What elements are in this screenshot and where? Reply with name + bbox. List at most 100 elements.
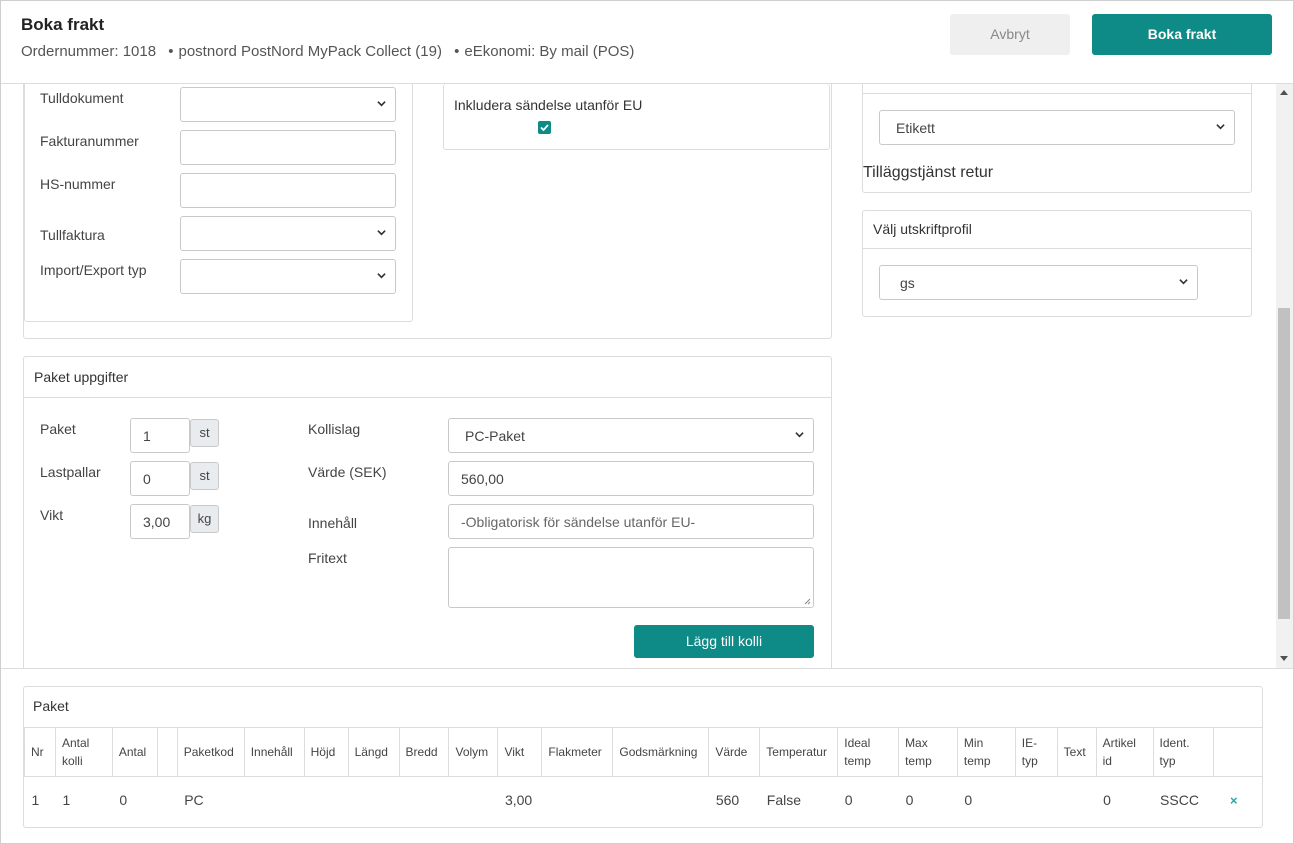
- etikett-select[interactable]: Etikett: [879, 110, 1235, 145]
- paket-input[interactable]: 1: [130, 418, 190, 453]
- col-header: [156, 728, 178, 777]
- table-cell: [541, 775, 613, 824]
- kollislag-label: Kollislag: [308, 421, 361, 437]
- col-header: Flakmeter: [541, 728, 614, 777]
- order-number: Ordernummer: 1018: [21, 43, 157, 60]
- col-header: Vikt: [497, 728, 543, 777]
- fakturanummer-label: Fakturanummer: [40, 133, 139, 149]
- col-header: Ideal temp: [837, 728, 900, 777]
- separator-dot: •: [168, 43, 174, 60]
- form-scroll-area[interactable]: Tulldokument Fakturanummer HS-nummer Tul…: [1, 84, 1293, 668]
- chevron-down-icon: [1216, 124, 1225, 130]
- tullfaktura-select[interactable]: [180, 216, 396, 251]
- hs-number-label: HS-nummer: [40, 176, 116, 192]
- varde-input[interactable]: 560,00: [448, 461, 814, 496]
- import-export-select[interactable]: [180, 259, 396, 294]
- chevron-down-icon: [1179, 279, 1188, 285]
- table-cell: [399, 775, 449, 824]
- col-header: Volym: [448, 728, 499, 777]
- lastpallar-unit: st: [190, 462, 219, 490]
- table-cell: 1: [24, 775, 56, 824]
- col-header: Text: [1056, 728, 1097, 777]
- col-header: Innehåll: [243, 728, 305, 777]
- book-freight-button[interactable]: Boka frakt: [1092, 14, 1272, 55]
- table-cell: 3,00: [497, 775, 542, 824]
- fritext-label: Fritext: [308, 550, 347, 566]
- tulldokument-select[interactable]: [180, 87, 396, 122]
- page-title: Boka frakt: [21, 15, 105, 34]
- table-cell: 1: [55, 775, 113, 824]
- table-cell: 0: [898, 775, 958, 824]
- print-profile-title: Välj utskriftprofil: [863, 211, 1251, 249]
- return-service-label: Tilläggstjänst retur: [863, 164, 994, 181]
- tullfaktura-label: Tullfaktura: [40, 227, 105, 243]
- table-cell: PC: [177, 775, 245, 824]
- scrollbar-thumb[interactable]: [1278, 308, 1290, 619]
- table-cell: [348, 775, 400, 824]
- scroll-up-icon[interactable]: [1280, 90, 1288, 95]
- vikt-label: Vikt: [40, 507, 64, 523]
- package-list-section: Paket Nr Antal kolli Antal Paketkod Inne…: [1, 668, 1293, 843]
- fakturanummer-input[interactable]: [180, 130, 396, 165]
- table-cell: 0: [837, 775, 899, 824]
- hs-number-input[interactable]: [180, 173, 396, 208]
- col-header: Paketkod: [176, 728, 245, 777]
- outside-eu-label: Inkludera sändelse utanför EU: [454, 97, 643, 113]
- varde-label: Värde (SEK): [308, 464, 387, 480]
- table-cell: False: [759, 775, 838, 824]
- table-cell: 0: [112, 775, 158, 824]
- paket-unit: st: [190, 419, 219, 447]
- scrollbar[interactable]: [1276, 84, 1293, 668]
- outside-eu-checkbox[interactable]: [538, 121, 551, 134]
- table-cell: [1057, 775, 1097, 824]
- checkmark-icon: [540, 124, 549, 132]
- col-header: Nr: [24, 728, 56, 777]
- tulldokument-label: Tulldokument: [40, 90, 124, 106]
- table-cell: [612, 775, 709, 824]
- col-header: Höjd: [303, 728, 349, 777]
- col-header: Längd: [347, 728, 400, 777]
- vikt-unit: kg: [190, 505, 219, 533]
- col-header: Max temp: [898, 728, 958, 777]
- import-export-label: Import/Export typ: [40, 262, 147, 278]
- col-header: [1213, 728, 1262, 777]
- table-cell: [304, 775, 349, 824]
- chevron-down-icon: [377, 101, 386, 107]
- table-row: 1 1 0 PC 3,00 560 False 0 0 0 0 SSCC ×: [24, 775, 1262, 824]
- col-header: Antal kolli: [54, 728, 113, 777]
- col-header: Artikel id: [1095, 728, 1154, 777]
- col-header: Min temp: [956, 728, 1016, 777]
- col-header: Bredd: [398, 728, 450, 777]
- lastpallar-input[interactable]: 0: [130, 461, 190, 496]
- divider: [862, 93, 1252, 94]
- table-cell: [157, 775, 178, 824]
- col-header: Antal: [111, 728, 158, 777]
- table-cell: [1015, 775, 1058, 824]
- resize-handle-icon[interactable]: [804, 598, 811, 605]
- paket-label: Paket: [40, 421, 76, 437]
- table-cell: 0: [1096, 775, 1154, 824]
- lastpallar-label: Lastpallar: [40, 464, 101, 480]
- order-info: Ordernummer: 1018 • postnord PostNord MyP…: [21, 43, 634, 60]
- economy-info: eEkonomi: By mail (POS): [464, 43, 635, 60]
- print-profile-select[interactable]: gs: [879, 265, 1198, 300]
- col-header: IE-typ: [1014, 728, 1058, 777]
- col-header: Värde: [708, 728, 761, 777]
- innehall-label: Innehåll: [308, 515, 358, 531]
- col-header: Ident. typ: [1152, 728, 1215, 777]
- chevron-down-icon: [377, 230, 386, 236]
- vikt-input[interactable]: 3,00: [130, 504, 190, 539]
- package-table-title: Paket: [24, 687, 1262, 728]
- scroll-down-icon[interactable]: [1280, 656, 1288, 661]
- remove-row-icon[interactable]: ×: [1221, 793, 1238, 808]
- innehall-input[interactable]: -Obligatorisk för sändelse utanför EU-: [448, 504, 814, 539]
- kollislag-select[interactable]: PC-Paket: [448, 418, 814, 453]
- add-package-button[interactable]: Lägg till kolli: [634, 625, 814, 658]
- chevron-down-icon: [795, 432, 804, 438]
- separator-dot: •: [454, 43, 460, 60]
- print-profile-panel: Välj utskriftprofil: [862, 210, 1252, 317]
- fritext-textarea[interactable]: [448, 547, 814, 608]
- modal-header: Boka frakt Ordernummer: 1018 • postnord P…: [1, 1, 1293, 84]
- table-cell: 560: [708, 775, 760, 824]
- cancel-button[interactable]: Avbryt: [950, 14, 1070, 55]
